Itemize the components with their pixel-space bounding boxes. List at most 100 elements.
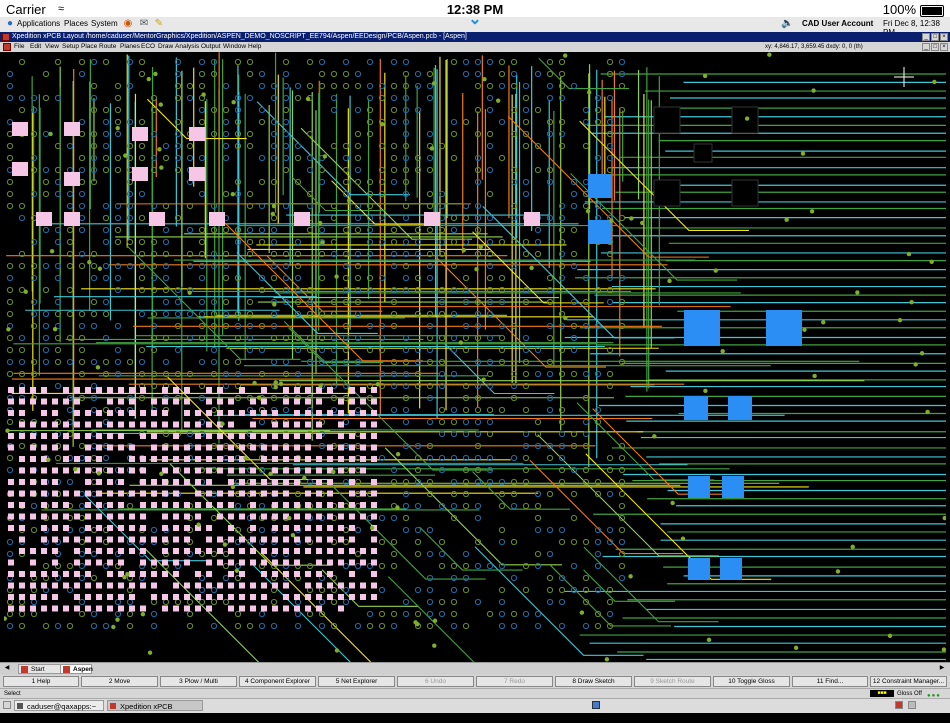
via [474, 514, 482, 522]
taskbar-terminal[interactable]: caduser@qaxapps:~ [14, 700, 104, 711]
via [162, 310, 170, 318]
via [18, 358, 26, 366]
menu-place[interactable]: Place [81, 42, 97, 52]
via [342, 466, 350, 474]
via [78, 58, 86, 66]
bga-pad [349, 444, 355, 451]
via [390, 58, 398, 66]
via [90, 466, 98, 474]
menu-planes[interactable]: Planes [120, 42, 140, 52]
bga-pad [41, 513, 47, 520]
menu-places[interactable]: Places [64, 19, 88, 28]
bga-pad [85, 536, 91, 543]
bga-pad [250, 410, 256, 416]
fkey-move-button[interactable]: 2 Move [81, 676, 158, 687]
user-account-menu[interactable]: CAD User Account [802, 19, 873, 28]
pcb-canvas[interactable] [4, 52, 946, 662]
bga-pad [316, 536, 322, 543]
minimize-button[interactable]: _ [922, 33, 930, 41]
fkey-constraint-manager-button[interactable]: 12 Constraint Manager... [870, 676, 947, 687]
tab-aspen[interactable]: Aspen [60, 664, 93, 674]
maximize-button[interactable]: □ [931, 33, 939, 41]
doc-close-button[interactable]: × [940, 43, 948, 51]
chevron-down-icon[interactable]: ⌄ [465, 12, 485, 28]
bga-pad [19, 582, 25, 589]
fkey-find-button[interactable]: 11 Find... [792, 676, 868, 687]
via [330, 94, 338, 102]
menu-draw[interactable]: Draw [158, 42, 173, 52]
bga-pad [140, 502, 146, 508]
bga-pad [371, 536, 377, 543]
doc-minimize-button[interactable]: _ [922, 43, 930, 51]
pin [153, 71, 158, 77]
workspace-switcher-icon[interactable] [592, 701, 600, 709]
via [78, 598, 86, 606]
bga-pad [261, 410, 267, 416]
tab-scroll-left-icon[interactable]: ◀ [3, 665, 11, 673]
via [426, 478, 434, 486]
via [282, 82, 290, 90]
via [126, 190, 134, 198]
menu-help[interactable]: Help [248, 42, 261, 52]
fkey-plow-button[interactable]: 3 Plow / Multi [160, 676, 237, 687]
fkey-toggle-gloss-button[interactable]: 10 Toggle Gloss [713, 676, 790, 687]
menu-file[interactable]: File [14, 42, 24, 52]
via [282, 358, 290, 366]
tray-app-icon[interactable] [895, 701, 903, 709]
bga-pad [151, 559, 157, 566]
pin [667, 278, 672, 284]
bga-pad [184, 456, 190, 462]
bga-pad [294, 571, 300, 577]
notes-launcher-icon[interactable]: ✎ [153, 18, 165, 30]
tab-scroll-right-icon[interactable]: ▶ [938, 665, 946, 673]
bga-pad [41, 594, 47, 600]
pcb-doc-icon [63, 666, 70, 673]
via [138, 274, 146, 282]
bga-pad [30, 548, 36, 554]
bga-pad [206, 456, 212, 462]
bga-pad [217, 548, 223, 554]
bga-pad [261, 456, 267, 462]
menu-window[interactable]: Window [223, 42, 246, 52]
menu-edit[interactable]: Edit [30, 42, 41, 52]
menu-applications[interactable]: Applications [17, 19, 60, 28]
via [546, 586, 554, 594]
bga-pad [360, 467, 366, 474]
via [474, 58, 482, 66]
fkey-component-explorer-button[interactable]: 4 Component Explorer [239, 676, 316, 687]
bga-pad [250, 421, 256, 428]
bga-pad [206, 387, 212, 393]
bga-pad [30, 605, 36, 612]
fkey-net-explorer-button[interactable]: 5 Net Explorer [318, 676, 395, 687]
menu-output[interactable]: Output [201, 42, 221, 52]
menu-eco[interactable]: ECO [141, 42, 155, 52]
taskbar-xpedition[interactable]: Xpedition xPCB Layout... [107, 700, 203, 722]
via [330, 106, 338, 114]
menu-system[interactable]: System [91, 19, 118, 28]
close-button[interactable]: × [940, 33, 948, 41]
tab-start-page[interactable]: Start Page [18, 664, 62, 683]
trash-icon[interactable] [908, 701, 916, 709]
bga-pad [305, 490, 311, 497]
bga-pad [96, 525, 102, 531]
menu-setup[interactable]: Setup [62, 42, 79, 52]
fkey-undo-button[interactable]: 6 Undo [397, 676, 474, 687]
via [18, 106, 26, 114]
mail-launcher-icon[interactable]: ✉ [138, 18, 150, 30]
volume-icon[interactable]: 🔈 [781, 18, 793, 30]
show-desktop-icon[interactable] [3, 701, 11, 709]
via [390, 118, 398, 126]
firefox-launcher-icon[interactable]: ◉ [122, 18, 134, 30]
bga-pad [261, 433, 267, 439]
doc-restore-button[interactable]: □ [931, 43, 939, 51]
menu-analysis[interactable]: Analysis [175, 42, 199, 52]
via [282, 142, 290, 150]
fkey-sketch-route-button[interactable]: 9 Sketch Route [634, 676, 711, 687]
via [354, 262, 362, 270]
fkey-redo-button[interactable]: 7 Redo [476, 676, 553, 687]
fkey-draw-sketch-button[interactable]: 8 Draw Sketch [555, 676, 632, 687]
fkey-help-button[interactable]: 1 Help [3, 676, 79, 687]
bga-pad [305, 605, 311, 612]
menu-view[interactable]: View [45, 42, 59, 52]
menu-route[interactable]: Route [99, 42, 116, 52]
